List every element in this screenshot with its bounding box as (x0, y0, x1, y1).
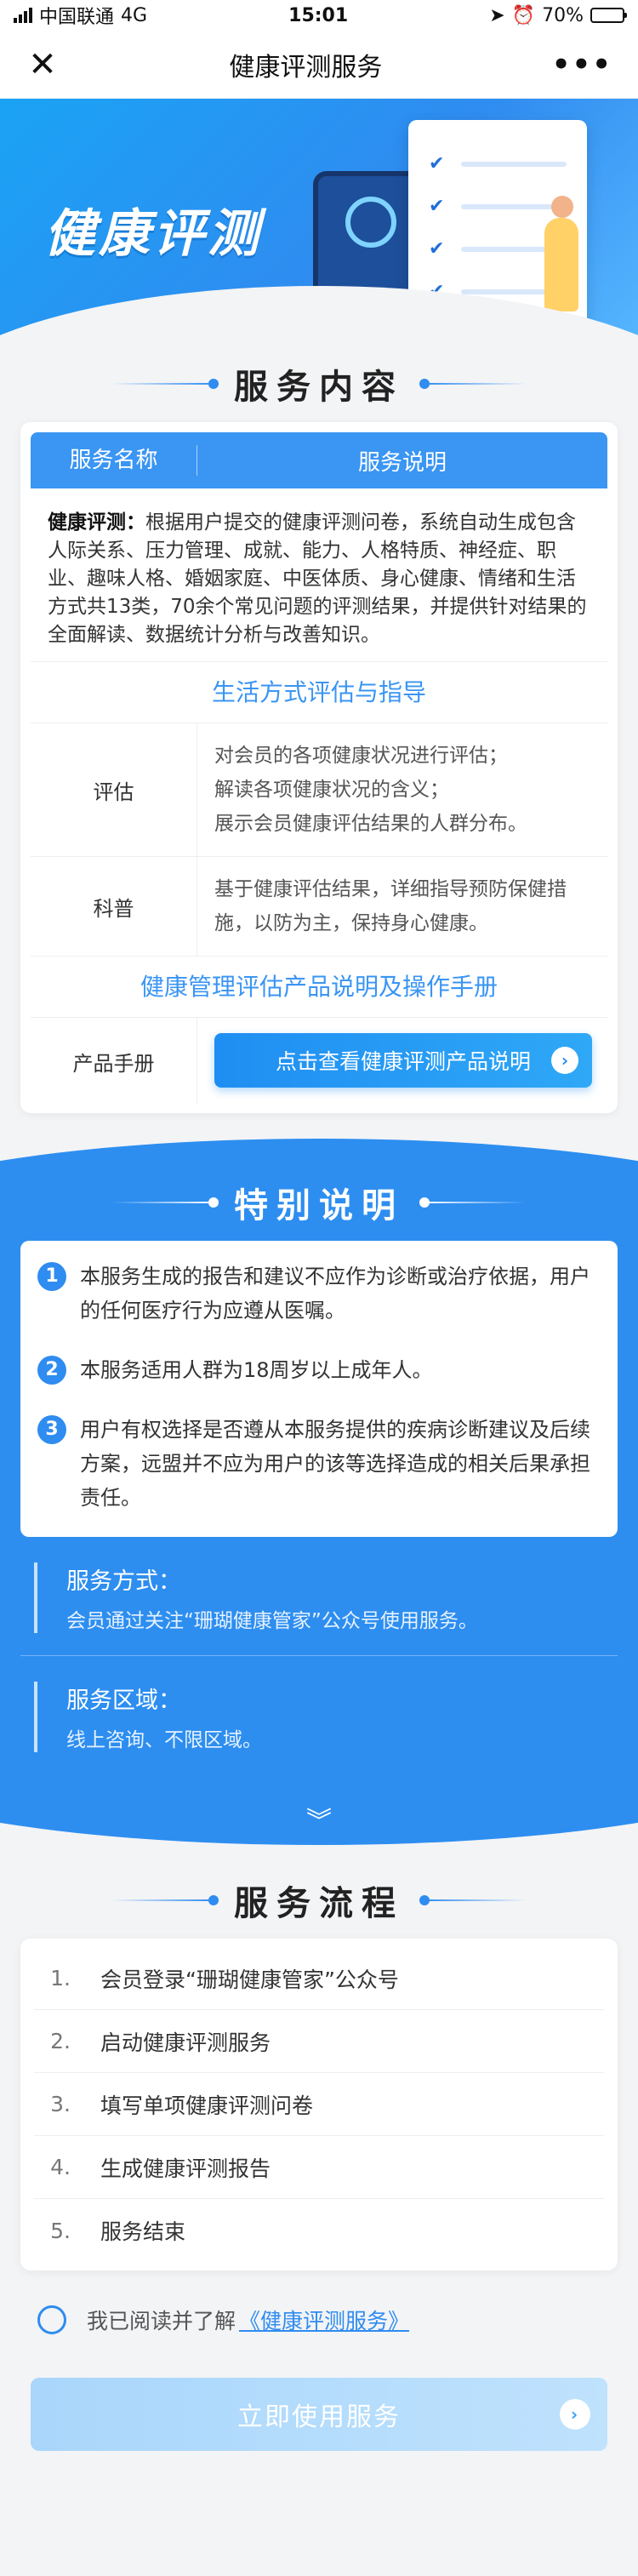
carrier-name: 中国联通 (39, 7, 115, 28)
special-heading: 特别说明 (0, 1173, 638, 1232)
notes-card: 1 本服务生成的报告和建议不应作为诊断或治疗依据，用户的任何医疗行为应遵从医嘱。… (20, 1241, 618, 1537)
step-index: 1. (50, 1966, 71, 1991)
agreement-prefix: 我已阅读并了解 (87, 2309, 236, 2333)
process-card: 1. 会员登录“珊瑚健康管家”公众号 2. 启动健康评测服务 3. 填写单项健康… (20, 1939, 618, 2270)
service-area-text: 线上咨询、不限区域。 (66, 1729, 262, 1751)
intro-label: 健康评测： (48, 511, 145, 534)
row-name: 产品手册 (31, 1018, 197, 1105)
special-notes-section: 特别说明 1 本服务生成的报告和建议不应作为诊断或治疗依据，用户的任何医疗行为应… (0, 1139, 638, 1845)
hero-banner: 健康评测 ✔ ✔ ✔ ✔ (0, 99, 638, 354)
row-desc: 基于健康评估结果，详细指导预防保健措施，以防为主，保持身心健康。 (197, 857, 607, 956)
row-desc-line: 对会员的各项健康状况进行评估； (214, 745, 508, 767)
process-step: 3. 填写单项健康评测问卷 (34, 2073, 604, 2136)
nav-bar: ✕ 健康评测服务 ••• (0, 31, 638, 99)
step-text: 会员登录“珊瑚健康管家”公众号 (100, 1967, 399, 1992)
process-step: 1. 会员登录“珊瑚健康管家”公众号 (34, 1947, 604, 2010)
row-desc-line: 展示会员健康评估结果的人群分布。 (214, 813, 527, 835)
check-icon: ✔ (429, 153, 445, 174)
step-text: 服务结束 (100, 2219, 186, 2244)
agree-radio[interactable] (37, 2305, 66, 2334)
process-step: 4. 生成健康评测报告 (34, 2136, 604, 2199)
note-number: 1 (37, 1262, 66, 1291)
process-heading: 服务流程 (0, 1871, 638, 1930)
agreement-link[interactable]: 《健康评测服务》 (239, 2305, 409, 2335)
status-left: 中国联通 4G (14, 2, 147, 29)
note-number: 3 (37, 1415, 66, 1444)
service-row-science: 科普 基于健康评估结果，详细指导预防保健措施，以防为主，保持身心健康。 (31, 857, 607, 957)
arrow-right-icon: › (560, 2399, 590, 2430)
service-row-assess: 评估 对会员的各项健康状况进行评估； 解读各项健康状况的含义； 展示会员健康评估… (31, 723, 607, 857)
row-desc-line: 解读各项健康状况的含义； (214, 779, 449, 801)
step-index: 2. (50, 2029, 71, 2053)
banner-title: 健康评测 (44, 204, 262, 264)
note-number: 2 (37, 1356, 66, 1385)
note-item: 2 本服务适用人群为18周岁以上成年人。 (37, 1353, 597, 1387)
alarm-icon: ⏰ (511, 4, 536, 26)
service-area-label: 服务区域： (66, 1688, 181, 1714)
page-title: 健康评测服务 (229, 52, 383, 83)
step-index: 3. (50, 2092, 71, 2116)
col-service-name: 服务名称 (31, 445, 197, 476)
note-text: 本服务适用人群为18周岁以上成年人。 (80, 1358, 433, 1382)
note-text: 用户有权选择是否遵从本服务提供的疾病诊断建议及后续方案，远盟并不应为用户的该等选… (80, 1418, 590, 1510)
step-text: 填写单项健康评测问卷 (100, 2093, 314, 2118)
person-illustration (544, 196, 578, 311)
chevron-down-icon: ︾ (306, 1807, 332, 1836)
service-row-manual: 产品手册 点击查看健康评测产品说明 › (31, 1018, 607, 1105)
agreement-row: 我已阅读并了解 《健康评测服务》 (37, 2305, 601, 2335)
service-content-heading: 服务内容 (0, 354, 638, 414)
service-content-title: 服务内容 (234, 368, 404, 407)
special-title: 特别说明 (234, 1186, 404, 1225)
check-icon: ✔ (429, 238, 445, 260)
step-text: 启动健康评测服务 (100, 2030, 271, 2055)
view-manual-label: 点击查看健康评测产品说明 (275, 1049, 531, 1074)
service-method-label: 服务方式： (66, 1568, 181, 1595)
lifestyle-subheading: 生活方式评估与指导 (31, 662, 607, 723)
process-title: 服务流程 (234, 1884, 404, 1923)
close-icon[interactable]: ✕ (26, 48, 60, 82)
row-name: 评估 (31, 723, 197, 856)
status-right: ➤ ⏰ 70% (489, 4, 627, 26)
col-service-desc: 服务说明 (357, 449, 447, 476)
more-icon[interactable]: ••• (552, 48, 612, 82)
row-desc: 对会员的各项健康状况进行评估； 解读各项健康状况的含义； 展示会员健康评估结果的… (197, 723, 607, 856)
service-method: 服务方式： 会员通过关注“珊瑚健康管家”公众号使用服务。 (34, 1562, 604, 1633)
service-table-header: 服务名称 服务说明 (31, 432, 607, 488)
use-service-button[interactable]: 立即使用服务 › (31, 2378, 607, 2451)
battery-percent: 70% (542, 4, 584, 26)
arrow-right-icon: › (551, 1047, 578, 1074)
process-step: 5. 服务结束 (34, 2199, 604, 2262)
use-service-label: 立即使用服务 (237, 2402, 401, 2432)
step-index: 5. (50, 2218, 71, 2243)
step-text: 生成健康评测报告 (100, 2156, 271, 2181)
battery-icon (590, 8, 627, 23)
view-manual-button[interactable]: 点击查看健康评测产品说明 › (214, 1033, 592, 1088)
row-name: 科普 (31, 857, 197, 956)
note-item: 1 本服务生成的报告和建议不应作为诊断或治疗依据，用户的任何医疗行为应遵从医嘱。 (37, 1259, 597, 1328)
note-text: 本服务生成的报告和建议不应作为诊断或治疗依据，用户的任何医疗行为应遵从医嘱。 (80, 1265, 590, 1322)
service-intro: 健康评测：根据用户提交的健康评测问卷，系统自动生成包含人际关系、压力管理、成就、… (31, 488, 607, 662)
check-icon: ✔ (429, 196, 445, 217)
status-time: 15:01 (288, 4, 349, 26)
location-icon: ➤ (489, 4, 505, 26)
step-index: 4. (50, 2155, 71, 2179)
process-step: 2. 启动健康评测服务 (34, 2010, 604, 2073)
network-type: 4G (121, 4, 148, 26)
status-bar: 中国联通 4G 15:01 ➤ ⏰ 70% (0, 0, 638, 31)
manual-subheading: 健康管理评估产品说明及操作手册 (31, 957, 607, 1018)
service-method-text: 会员通过关注“珊瑚健康管家”公众号使用服务。 (66, 1610, 478, 1632)
service-area: 服务区域： 线上咨询、不限区域。 (34, 1682, 604, 1752)
service-content-card: 服务名称 服务说明 健康评测：根据用户提交的健康评测问卷，系统自动生成包含人际关… (20, 422, 618, 1113)
note-item: 3 用户有权选择是否遵从本服务提供的疾病诊断建议及后续方案，远盟并不应为用户的该… (37, 1413, 597, 1515)
signal-icon (14, 8, 32, 23)
row-desc-line: 基于健康评估结果，详细指导预防保健措施，以防为主，保持身心健康。 (214, 878, 567, 934)
